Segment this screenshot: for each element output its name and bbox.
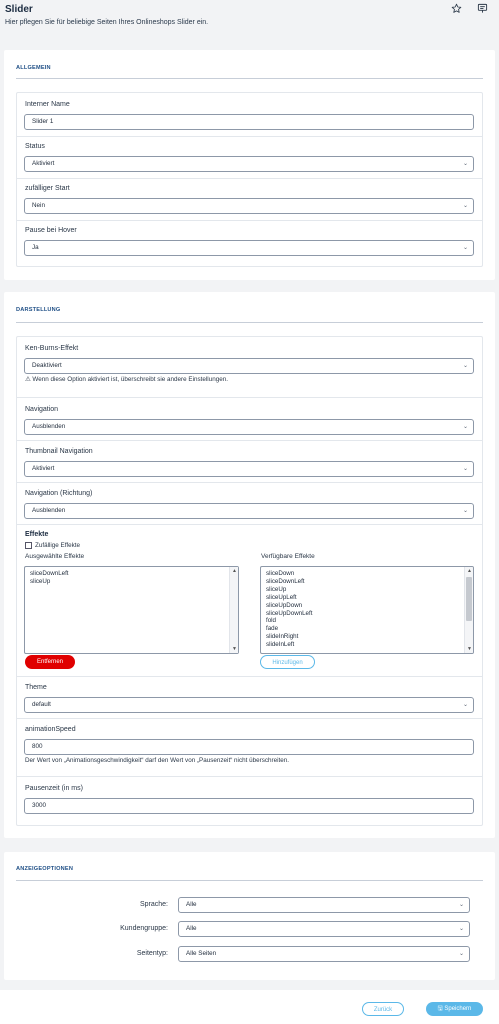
random-effects-checkbox[interactable]	[25, 542, 32, 549]
divider	[16, 776, 483, 777]
scroll-down-icon[interactable]: ▼	[465, 646, 473, 652]
page-type-select[interactable]: Alle Seiten ⌄	[178, 946, 470, 962]
anim-speed-note: Der Wert von „Animationsgeschwindigkeit“…	[25, 757, 290, 764]
general-section-title: ALLGEMEIN	[16, 65, 51, 71]
warning-icon: ⚠	[25, 376, 31, 383]
divider	[16, 178, 483, 179]
random-effects-label: Zufällige Effekte	[35, 542, 81, 549]
page-title: Slider	[5, 4, 33, 15]
status-label: Status	[25, 143, 45, 150]
effect-option[interactable]: sliceUpDownLeft	[261, 610, 473, 618]
chevron-down-icon: ⌄	[462, 245, 468, 251]
random-start-select[interactable]: Nein ⌄	[24, 198, 474, 214]
star-icon[interactable]	[450, 3, 462, 15]
ken-burns-warning: ⚠ Wenn diese Option aktiviert ist, übers…	[25, 376, 228, 383]
scroll-up-icon[interactable]: ▲	[465, 568, 473, 574]
thumb-nav-select[interactable]: Aktiviert ⌄	[24, 461, 474, 477]
chevron-down-icon: ⌄	[458, 951, 464, 957]
selected-effects-label: Ausgewählte Effekte	[25, 553, 85, 560]
ken-burns-select[interactable]: Deaktiviert ⌄	[24, 358, 474, 374]
scroll-up-icon[interactable]: ▲	[230, 568, 239, 574]
navigation-select[interactable]: Ausblenden ⌄	[24, 419, 474, 435]
nav-direction-label: Navigation (Richtung)	[25, 490, 93, 497]
nav-direction-select[interactable]: Ausblenden ⌄	[24, 503, 474, 519]
scrollbar[interactable]: ▲ ▼	[229, 567, 238, 653]
navigation-label: Navigation	[25, 406, 59, 413]
effect-option[interactable]: sliceDownLeft	[25, 570, 238, 578]
chevron-down-icon: ⌄	[462, 203, 468, 209]
page-subtitle: Hier pflegen Sie für beliebige Seiten Ih…	[5, 19, 209, 26]
save-button[interactable]: 🖫 Speichern	[426, 1002, 483, 1016]
divider	[16, 440, 483, 441]
divider	[16, 524, 483, 525]
scroll-down-icon[interactable]: ▼	[230, 646, 239, 652]
chevron-down-icon: ⌄	[462, 363, 468, 369]
sidebar-icon[interactable]	[476, 3, 488, 15]
divider	[16, 880, 483, 881]
chevron-down-icon: ⌄	[462, 161, 468, 167]
effect-option[interactable]: sliceDownLeft	[261, 578, 473, 586]
available-effects-label: Verfügbare Effekte	[261, 553, 315, 560]
internal-name-label: Interner Name	[25, 101, 70, 108]
effect-option[interactable]: sliceUp	[25, 578, 238, 586]
back-button[interactable]: Zurück	[362, 1002, 404, 1016]
selected-effects-list[interactable]: sliceDownLeft sliceUp ▲ ▼	[24, 566, 239, 654]
customer-group-select[interactable]: Alle ⌄	[178, 921, 470, 937]
chevron-down-icon: ⌄	[462, 424, 468, 430]
divider	[16, 136, 483, 137]
add-button[interactable]: Hinzufügen	[260, 655, 315, 669]
effect-option[interactable]: slideInLeft	[261, 641, 473, 649]
theme-label: Theme	[25, 684, 47, 691]
pause-hover-select[interactable]: Ja ⌄	[24, 240, 474, 256]
divider	[16, 322, 483, 323]
available-effects-list[interactable]: sliceDown sliceDownLeft sliceUp sliceUpLeft…	[260, 566, 474, 654]
effect-option[interactable]: sliceDown	[261, 570, 473, 578]
save-icon: 🖫	[437, 1006, 443, 1012]
effect-option[interactable]: fade	[261, 625, 473, 633]
pause-hover-label: Pause bei Hover	[25, 227, 77, 234]
thumb-nav-label: Thumbnail Navigation	[25, 448, 93, 455]
pause-time-input[interactable]: 3000	[24, 798, 474, 814]
scrollbar-thumb[interactable]	[466, 577, 472, 621]
chevron-down-icon: ⌄	[462, 508, 468, 514]
internal-name-input[interactable]: Slider 1	[24, 114, 474, 130]
anim-speed-input[interactable]: 800	[24, 739, 474, 755]
display-section-title: DARSTELLUNG	[16, 307, 61, 313]
effect-option[interactable]: fold	[261, 617, 473, 625]
language-select[interactable]: Alle ⌄	[178, 897, 470, 913]
divider	[16, 482, 483, 483]
scrollbar[interactable]: ▲ ▼	[464, 567, 473, 653]
pause-time-label: Pausenzeit (in ms)	[25, 785, 83, 792]
effect-option[interactable]: slideInRight	[261, 633, 473, 641]
footer-bar	[0, 990, 499, 1024]
divider	[16, 220, 483, 221]
random-start-label: zufälliger Start	[25, 185, 70, 192]
display-options-section-title: ANZEIGEOPTIONEN	[16, 866, 74, 872]
page-type-label: Seitentyp:	[136, 950, 168, 957]
language-label: Sprache:	[139, 901, 168, 908]
chevron-down-icon: ⌄	[462, 466, 468, 472]
effect-option[interactable]: sliceUp	[261, 586, 473, 594]
divider	[16, 78, 483, 79]
effect-option[interactable]: sliceUpLeft	[261, 594, 473, 602]
divider	[16, 676, 483, 677]
divider	[16, 397, 483, 398]
status-select[interactable]: Aktiviert ⌄	[24, 156, 474, 172]
anim-speed-label: animationSpeed	[25, 726, 76, 733]
divider	[16, 718, 483, 719]
chevron-down-icon: ⌄	[458, 926, 464, 932]
remove-button[interactable]: Entfernen	[25, 655, 75, 669]
customer-group-label: Kundengruppe:	[120, 925, 168, 932]
effect-option[interactable]: sliceUpDown	[261, 602, 473, 610]
theme-select[interactable]: default ⌄	[24, 697, 474, 713]
chevron-down-icon: ⌄	[458, 902, 464, 908]
effects-heading: Effekte	[25, 531, 49, 538]
ken-burns-label: Ken-Burns-Effekt	[25, 345, 79, 352]
chevron-down-icon: ⌄	[462, 702, 468, 708]
